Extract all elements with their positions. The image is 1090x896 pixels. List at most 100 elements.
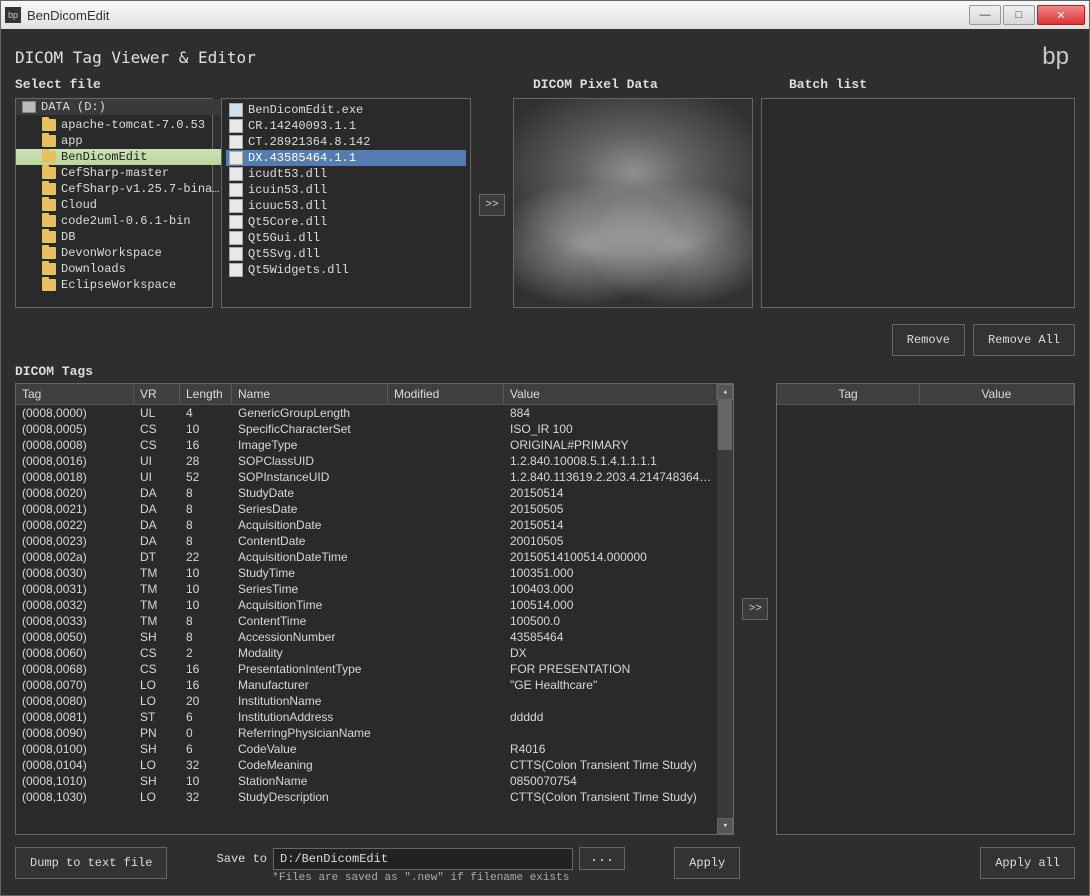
file-item[interactable]: icudt53.dll [226, 166, 466, 182]
file-item[interactable]: Qt5Core.dll [226, 214, 466, 230]
tree-item[interactable]: Cloud [16, 197, 223, 213]
file-icon [229, 183, 243, 197]
app-icon: bp [5, 7, 21, 23]
tree-item[interactable]: CefSharp-v1.25.7-bina… [16, 181, 223, 197]
maximize-button[interactable]: □ [1003, 5, 1035, 25]
table-row[interactable]: (0008,0100)SH6CodeValueR4016 [16, 741, 717, 757]
file-icon [229, 167, 243, 181]
file-item[interactable]: CR.14240093.1.1 [226, 118, 466, 134]
batch-tags-table[interactable]: Tag Value [776, 383, 1075, 835]
dump-button[interactable]: Dump to text file [15, 847, 167, 879]
remove-button[interactable]: Remove [892, 324, 965, 356]
file-icon [229, 135, 243, 149]
scrollbar-thumb[interactable] [718, 400, 732, 450]
tree-item[interactable]: code2uml-0.6.1-bin [16, 213, 223, 229]
tree-item[interactable]: EclipseWorkspace [16, 277, 223, 293]
table-row[interactable]: (0008,0070)LO16Manufacturer"GE Healthcar… [16, 677, 717, 693]
scroll-up-icon[interactable]: ▴ [717, 384, 733, 400]
tags-scrollbar[interactable]: ▴ ▾ [717, 384, 733, 834]
col-name[interactable]: Name [232, 384, 388, 404]
file-item[interactable]: Qt5Gui.dll [226, 230, 466, 246]
batch-col-value[interactable]: Value [920, 384, 1074, 404]
table-row[interactable]: (0008,0104)LO32CodeMeaningCTTS(Colon Tra… [16, 757, 717, 773]
table-row[interactable]: (0008,0008)CS16ImageTypeORIGINAL#PRIMARY [16, 437, 717, 453]
file-item[interactable]: BenDicomEdit.exe [226, 102, 466, 118]
minimize-button[interactable]: — [969, 5, 1001, 25]
table-row[interactable]: (0008,0031)TM10SeriesTime100403.000 [16, 581, 717, 597]
tree-item[interactable]: app [16, 133, 223, 149]
file-icon [229, 199, 243, 213]
file-list[interactable]: BenDicomEdit.exeCR.14240093.1.1CT.289213… [221, 98, 471, 308]
window-title: BenDicomEdit [27, 8, 969, 23]
dicom-tags-label: DICOM Tags [15, 364, 1075, 379]
table-row[interactable]: (0008,1010)SH10StationName0850070754 [16, 773, 717, 789]
folder-icon [42, 119, 56, 131]
file-icon [229, 231, 243, 245]
file-icon [229, 151, 243, 165]
file-icon [229, 215, 243, 229]
tree-item[interactable]: DB [16, 229, 223, 245]
titlebar[interactable]: bp BenDicomEdit — □ ✕ [1, 1, 1089, 29]
col-value[interactable]: Value [504, 384, 717, 404]
file-icon [229, 247, 243, 261]
table-row[interactable]: (0008,0018)UI52SOPInstanceUID1.2.840.113… [16, 469, 717, 485]
folder-icon [42, 183, 56, 195]
tree-item[interactable]: BenDicomEdit [16, 149, 223, 165]
col-modified[interactable]: Modified [388, 384, 504, 404]
table-row[interactable]: (0008,0021)DA8SeriesDate20150505 [16, 501, 717, 517]
table-row[interactable]: (0008,0081)ST6InstitutionAddressddddd [16, 709, 717, 725]
folder-icon [42, 151, 56, 163]
batch-list-panel[interactable] [761, 98, 1075, 308]
folder-icon [42, 167, 56, 179]
table-row[interactable]: (0008,0060)CS2ModalityDX [16, 645, 717, 661]
save-path-input[interactable] [273, 848, 573, 870]
file-item[interactable]: DX.43585464.1.1 [226, 150, 466, 166]
table-row[interactable]: (0008,0032)TM10AcquisitionTime100514.000 [16, 597, 717, 613]
file-item[interactable]: icuin53.dll [226, 182, 466, 198]
close-button[interactable]: ✕ [1037, 5, 1085, 25]
table-row[interactable]: (0008,0033)TM8ContentTime100500.0 [16, 613, 717, 629]
apply-all-button[interactable]: Apply all [980, 847, 1075, 879]
batch-list-label: Batch list [789, 77, 867, 92]
table-row[interactable]: (0008,0000)UL4GenericGroupLength884 [16, 405, 717, 421]
folder-tree[interactable]: DATA (D:) apache-tomcat-7.0.53appBenDico… [15, 98, 213, 308]
table-row[interactable]: (0008,0030)TM10StudyTime100351.000 [16, 565, 717, 581]
remove-all-button[interactable]: Remove All [973, 324, 1075, 356]
table-row[interactable]: (0008,002a)DT22AcquisitionDateTime201505… [16, 549, 717, 565]
table-row[interactable]: (0008,0022)DA8AcquisitionDate20150514 [16, 517, 717, 533]
tags-table[interactable]: Tag VR Length Name Modified Value (0008,… [15, 383, 734, 835]
apply-button[interactable]: Apply [674, 847, 740, 879]
tree-item[interactable]: apache-tomcat-7.0.53 [16, 117, 223, 133]
tree-item[interactable]: Downloads [16, 261, 223, 277]
app-title: DICOM Tag Viewer & Editor [15, 48, 1042, 67]
table-row[interactable]: (0008,0005)CS10SpecificCharacterSetISO_I… [16, 421, 717, 437]
table-row[interactable]: (0008,0090)PN0ReferringPhysicianName [16, 725, 717, 741]
file-item[interactable]: CT.28921364.8.142 [226, 134, 466, 150]
save-to-label: Save to [217, 852, 267, 866]
tree-item[interactable]: DevonWorkspace [16, 245, 223, 261]
table-row[interactable]: (0008,0023)DA8ContentDate20010505 [16, 533, 717, 549]
col-vr[interactable]: VR [134, 384, 180, 404]
folder-icon [42, 135, 56, 147]
folder-icon [42, 247, 56, 259]
tree-root[interactable]: DATA (D:) [16, 99, 223, 115]
browse-button[interactable]: ... [579, 847, 625, 870]
table-row[interactable]: (0008,0080)LO20InstitutionName [16, 693, 717, 709]
file-item[interactable]: icuuc53.dll [226, 198, 466, 214]
file-item[interactable]: Qt5Svg.dll [226, 246, 466, 262]
table-row[interactable]: (0008,1030)LO32StudyDescriptionCTTS(Colo… [16, 789, 717, 805]
table-row[interactable]: (0008,0050)SH8AccessionNumber43585464 [16, 629, 717, 645]
add-tag-to-batch-button[interactable]: >> [742, 598, 768, 620]
scroll-down-icon[interactable]: ▾ [717, 818, 733, 834]
pixel-data-label: DICOM Pixel Data [533, 77, 781, 92]
batch-col-tag[interactable]: Tag [777, 384, 919, 404]
col-length[interactable]: Length [180, 384, 232, 404]
add-to-batch-button[interactable]: >> [479, 194, 505, 216]
table-row[interactable]: (0008,0068)CS16PresentationIntentTypeFOR… [16, 661, 717, 677]
file-icon [229, 103, 243, 117]
table-row[interactable]: (0008,0020)DA8StudyDate20150514 [16, 485, 717, 501]
file-item[interactable]: Qt5Widgets.dll [226, 262, 466, 278]
tree-item[interactable]: CefSharp-master [16, 165, 223, 181]
col-tag[interactable]: Tag [16, 384, 134, 404]
table-row[interactable]: (0008,0016)UI28SOPClassUID1.2.840.10008.… [16, 453, 717, 469]
